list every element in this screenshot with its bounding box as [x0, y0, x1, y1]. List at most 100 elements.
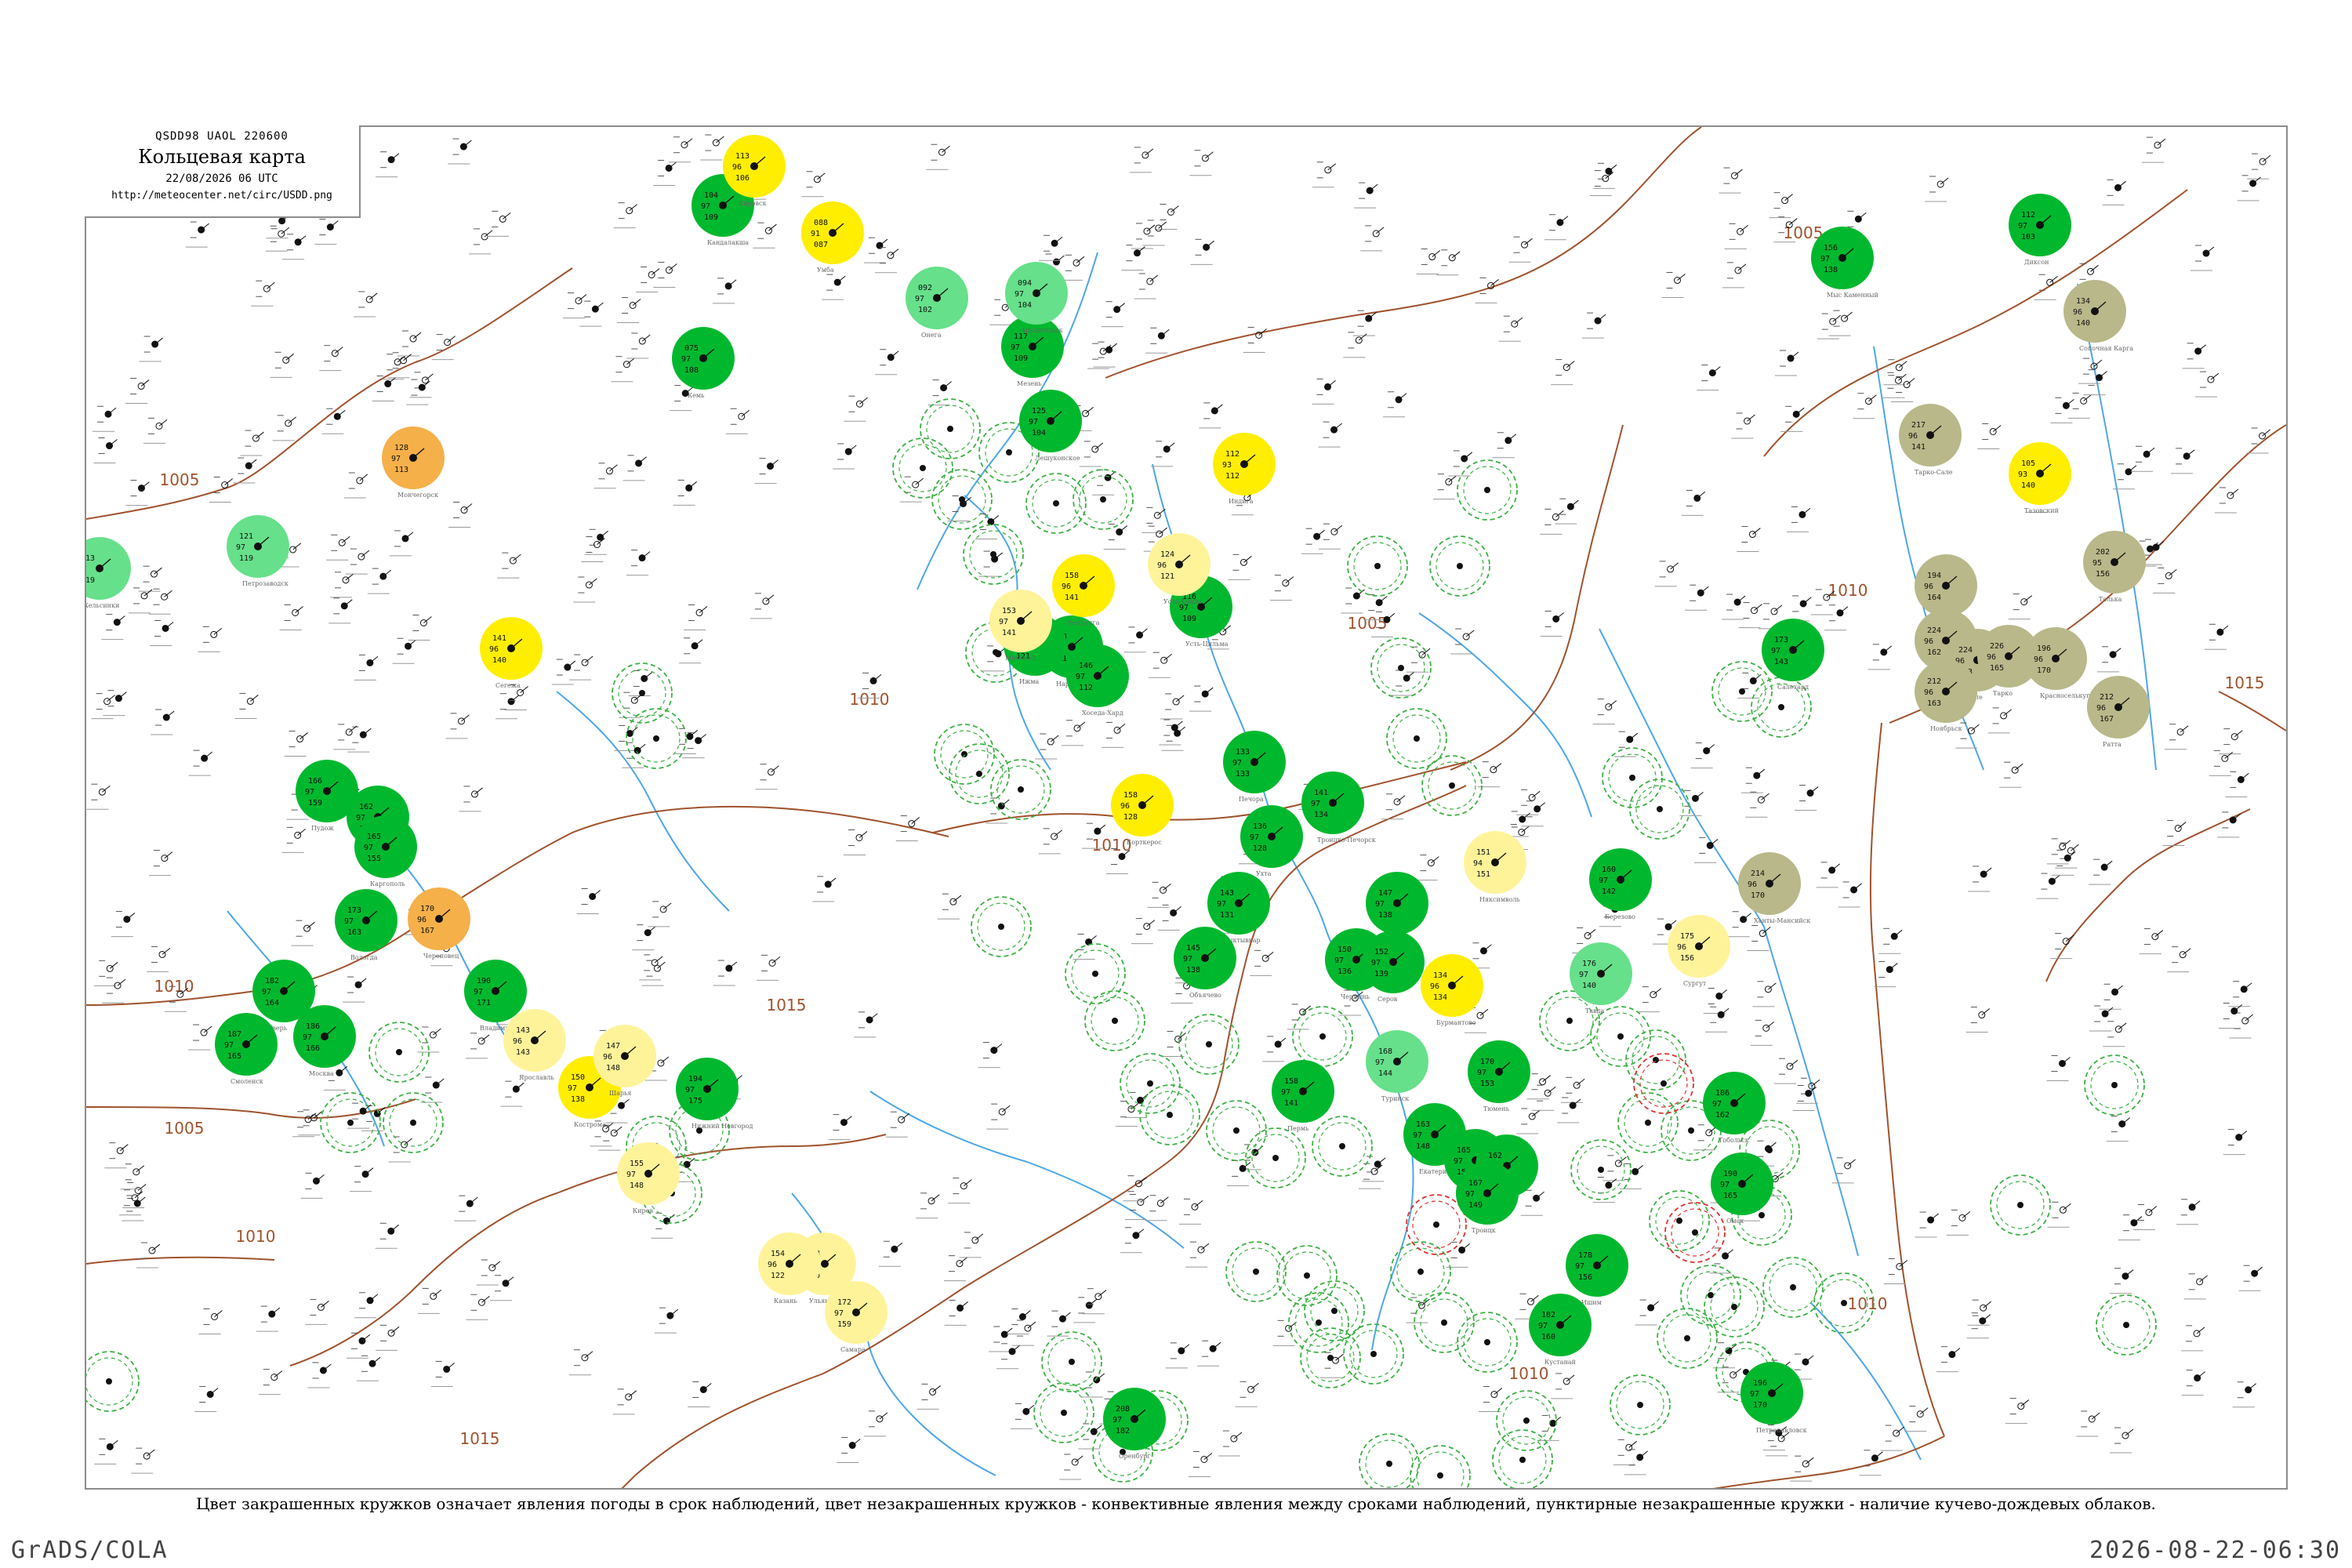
station-glyph — [445, 713, 470, 739]
station-rain[interactable]: 141 97 134 Троицко-Печорск — [1301, 771, 1376, 844]
source-url[interactable]: http://meteocenter.net/circ/USDD.png — [85, 190, 359, 201]
station-glyph — [1816, 862, 1840, 888]
station-bottom-value: 140 — [1582, 982, 1596, 990]
station-rain[interactable]: 208 97 182 Оренбург — [1103, 1388, 1166, 1460]
station-glyph — [354, 291, 378, 318]
station-rain[interactable]: 11797109Мезень — [1001, 315, 1064, 387]
station-lightgreen[interactable]: 121 97 119 Петрозаводск — [227, 515, 289, 587]
station-top-value: 133 — [1236, 748, 1250, 757]
station-rain[interactable]: 194 97 175 Нижний Новгород — [676, 1058, 753, 1130]
cb-ring-dashed — [1711, 661, 1773, 722]
station-yellow[interactable]: 158 96 141 Вендинга — [1052, 554, 1115, 626]
isobar-label: 1005 — [1348, 614, 1388, 633]
station-glyph — [1635, 1299, 1659, 1326]
station-paleyellow[interactable]: 175 96 156 Сургут — [1668, 915, 1730, 987]
station-top-value: 104 — [704, 191, 718, 200]
station-lightgreen[interactable]: 113 97 119 Хельсинки — [86, 537, 131, 609]
station-olive[interactable]: 202 95 156 Толька — [2083, 531, 2146, 603]
station-top-value: 151 — [1476, 848, 1490, 857]
station-glyph — [579, 300, 604, 327]
station-rain[interactable]: 146 97 112 Хоседа-Хард — [1066, 644, 1129, 717]
station-rain[interactable]: 145 97 138 Объячево — [1174, 927, 1236, 999]
station-mid-value: 97 — [1014, 290, 1024, 299]
station-glyph — [1151, 441, 1175, 467]
station-rain[interactable]: 136 97 128 Ухта — [1240, 805, 1303, 877]
station-name: Корткерос — [1127, 839, 1162, 846]
station-top-value: 167 — [1468, 1179, 1483, 1188]
station-glyph — [1147, 881, 1171, 908]
station-olive[interactable]: 217 96 141 Тарко-Сале — [1899, 404, 1962, 476]
station-bottom-value: 148 — [1416, 1142, 1430, 1151]
station-top-value: 088 — [814, 219, 828, 227]
station-yellow[interactable]: 141 96 140 Сегежа — [480, 617, 543, 689]
station-glyph — [1185, 1241, 1210, 1268]
station-glyph — [1709, 1247, 1733, 1274]
station-glyph — [367, 568, 392, 594]
station-glyph — [2132, 1203, 2158, 1230]
station-name: Печора — [1239, 796, 1264, 803]
station-bottom-value: 140 — [492, 656, 506, 665]
station-glyph — [2067, 392, 2092, 419]
station-name: Красноселькуп — [2040, 692, 2090, 699]
station-glyph — [1416, 249, 1441, 275]
station-rain[interactable]: 156 97 138 Мыс Каменный — [1811, 227, 1878, 299]
station-rain[interactable]: 17897156Ишим — [1566, 1234, 1628, 1306]
station-bottom-value: 141 — [1065, 593, 1079, 602]
station-glyph — [1092, 469, 1116, 495]
station-rain[interactable]: 187 97 165 Смоленск — [215, 1013, 278, 1085]
station-rain[interactable]: 160 97 142 Березово — [1589, 848, 1652, 920]
station-rain[interactable]: 165 97 155 Каргополь — [354, 815, 417, 887]
station-bottom-value: 121 — [1160, 572, 1174, 581]
station-rain[interactable]: 186 97 166 Москва — [293, 1005, 356, 1077]
station-yellow[interactable]: 088 91 087 Умба — [801, 201, 864, 274]
station-paleyellow[interactable]: 143 96 143 Ярославль — [503, 1009, 566, 1081]
station-olive[interactable]: 196 96 170 Красноселькуп — [2024, 627, 2090, 699]
station-mid-value: 96 — [2073, 308, 2082, 317]
station-lightgreen[interactable]: 092 97 102 Онега — [906, 267, 968, 339]
station-rain[interactable]: 170 97 153 Тюмень — [1468, 1040, 1530, 1112]
station-rain[interactable]: 125 97 104 Лешуконское — [1019, 390, 1082, 462]
station-name: Салехард — [1777, 684, 1809, 691]
station-glyph — [125, 378, 150, 405]
station-glyph — [1738, 602, 1762, 629]
station-yellow[interactable]: 105 93 140 Тазовский — [2009, 442, 2071, 514]
station-glyph — [1093, 341, 1117, 368]
station-glyph — [1011, 1319, 1036, 1346]
station-yellow[interactable]: 134 96 134 Бурмантово — [1421, 954, 1483, 1026]
station-mid-value: 97 — [1311, 800, 1320, 808]
station-orange[interactable]: 170 96 167 Череповец — [408, 887, 470, 960]
station-lightgreen[interactable]: 176 97 140 Тавда — [1570, 942, 1632, 1014]
station-rain[interactable]: 173 97 163 Вологда — [335, 889, 397, 961]
station-glyph — [1722, 262, 1747, 289]
station-bottom-value: 140 — [2076, 319, 2090, 328]
station-olive[interactable]: 212 96 163 Ноябрьск — [1915, 660, 1977, 732]
station-name: Березово — [1605, 913, 1635, 920]
station-olive[interactable]: 214 96 170 Ханты-Мансийск — [1738, 852, 1810, 924]
station-rain[interactable]: 112 97 103 Диксон — [2009, 194, 2071, 266]
station-olive[interactable]: 134 96 140 Сопочная Карга — [2063, 280, 2133, 352]
station-rain[interactable]: 075 97 108 Кемь — [672, 327, 735, 399]
station-olive[interactable]: 212 96 167 Ратта — [2087, 676, 2150, 748]
station-yellow[interactable]: 112 93 112 Индига — [1213, 433, 1276, 505]
station-name: Ярославль — [519, 1074, 554, 1081]
station-paleyellow[interactable]: 151 94 151 Няксимволь — [1464, 831, 1526, 903]
station-rain[interactable]: 167 97 149 Троицк — [1456, 1162, 1519, 1234]
station-paleyellow[interactable]: 154 96 122 Казань — [758, 1232, 821, 1305]
cb-ring-dashed — [1496, 1390, 1557, 1451]
station-orange[interactable]: 128 97 113 Мончегорск — [382, 426, 445, 499]
station-glyph — [2141, 136, 2166, 163]
station-glyph — [307, 1362, 332, 1388]
station-rain[interactable]: 196 97 170 Петропавловск — [1740, 1362, 1807, 1434]
station-top-value: 092 — [918, 284, 932, 292]
station-paleyellow[interactable]: 155 97 148 Киров — [617, 1142, 680, 1214]
cb-ring-dashed — [1084, 990, 1145, 1051]
station-rain[interactable]: 182 97 160 Кустанай — [1529, 1294, 1592, 1366]
station-glyph — [143, 417, 168, 444]
station-rain[interactable]: 133 97 133 Печора — [1223, 731, 1286, 803]
station-rain[interactable]: 152 97 139 Серов — [1362, 931, 1425, 1003]
isobar-lines — [86, 127, 2286, 1488]
station-top-value: 212 — [1927, 677, 1941, 686]
station-glyph — [1788, 595, 1812, 622]
station-lightgreen[interactable]: 168 97 144 Туринск — [1366, 1030, 1428, 1102]
station-glyph — [93, 405, 117, 432]
